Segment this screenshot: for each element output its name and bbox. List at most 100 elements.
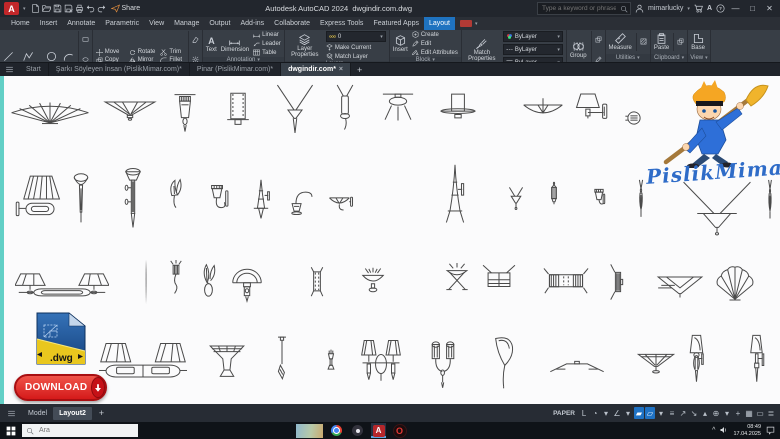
qat-new-button[interactable] (31, 5, 40, 12)
status-polar-caret[interactable]: ▾ (601, 407, 611, 419)
button-layer-properties[interactable]: Layer Properties (288, 34, 322, 58)
lamp-sconce2[interactable] (360, 336, 402, 392)
lamp-boxlamp[interactable] (223, 90, 253, 130)
lamp-shadelantern[interactable] (684, 333, 710, 391)
button-text[interactable]: AText (206, 35, 217, 53)
side-button-copy[interactable] (595, 31, 602, 49)
side-button-copy[interactable] (677, 33, 684, 51)
status-graphics-performance[interactable]: ▦ (744, 407, 754, 419)
lamp-twincup[interactable] (425, 337, 461, 391)
lamp-lowdome[interactable] (548, 353, 606, 379)
status-isodraft-caret[interactable]: ▾ (623, 407, 633, 419)
signed-in-user[interactable]: mimarlucky (648, 5, 683, 12)
status-workspace-switching[interactable]: ⊕ (711, 407, 721, 419)
status-ortho-mode[interactable]: L (579, 407, 589, 419)
lamp-hatchrect[interactable] (543, 262, 589, 302)
lamp-widev[interactable] (679, 181, 755, 239)
status-annotation-scale[interactable]: ▴ (700, 407, 710, 419)
qat-redo-button[interactable] (97, 5, 106, 12)
button-trim[interactable]: Trim (160, 49, 183, 56)
side-button-edit[interactable] (595, 51, 602, 63)
lamp-obelisk[interactable] (246, 177, 276, 223)
button-edit[interactable]: Edit (412, 40, 458, 47)
lamp-funnel[interactable] (206, 342, 248, 382)
lamp-bowl[interactable] (522, 96, 564, 124)
status-osnap-caret[interactable]: ▾ (656, 407, 666, 419)
share-button[interactable]: Share (111, 4, 141, 13)
ribbon-tab-featured-apps[interactable]: Featured Apps (368, 17, 424, 30)
lamp-antennabox[interactable] (478, 263, 520, 301)
layout-menu-icon[interactable] (4, 409, 19, 418)
ribbon-tab-express-tools[interactable]: Express Tools (315, 17, 368, 30)
user-caret-icon[interactable]: ▾ (687, 6, 690, 12)
taskbar-app-app-dark[interactable] (350, 423, 365, 438)
lamp-curvearm[interactable] (287, 186, 319, 220)
layer-dropdown[interactable]: 0▾ (326, 31, 386, 42)
close-button[interactable]: ✕ (763, 4, 776, 13)
lamp-leafcirc[interactable] (196, 263, 222, 305)
panel-label-utilities[interactable]: Utilities▾ (606, 54, 650, 62)
taskbar-app-opera[interactable]: O (392, 423, 407, 438)
lamp-rodpend[interactable] (272, 334, 292, 386)
side-button-ellipse[interactable] (82, 51, 89, 63)
drawing-canvas[interactable]: PislikMimar .dwg DOWNLOAD (0, 76, 780, 404)
lamp-fan[interactable] (10, 95, 90, 129)
lamp-vfan[interactable] (635, 349, 677, 379)
lamp-tubewire[interactable] (331, 83, 359, 133)
maximize-button[interactable]: □ (746, 4, 759, 13)
lamp-smallsconce[interactable] (586, 186, 612, 220)
button-rotate[interactable]: Rotate (129, 49, 156, 56)
status-polar-tracking[interactable]: ◔ (590, 407, 600, 419)
taskbar-search-input[interactable] (37, 426, 134, 435)
button-linear[interactable]: Linear (253, 31, 281, 38)
lamp-cupcurl[interactable] (202, 181, 234, 219)
lamp-torch[interactable] (68, 170, 94, 224)
status-clean-screen[interactable]: ▭ (755, 407, 765, 419)
file-tab--ark-s-yleyen-i-nsan-pislikmimar-com-[interactable]: Şarkı Söyleyen İnsan (PislikMimar.com)* (49, 63, 190, 76)
help-search-input[interactable] (540, 4, 618, 13)
lamp-domespot[interactable] (230, 266, 264, 306)
button-edit-attributes[interactable]: AEdit Attributes (412, 49, 458, 56)
side-button-explode[interactable] (192, 51, 199, 63)
qat-open-button[interactable] (42, 5, 51, 12)
ribbon-tab-home[interactable]: Home (6, 17, 35, 30)
layout-tab-model[interactable]: Model (22, 407, 53, 420)
lamp-eiffel[interactable] (437, 162, 473, 234)
ribbon-extra-caret-icon[interactable]: ▾ (475, 21, 478, 27)
status-annotation-autoscale[interactable]: ↘ (689, 407, 699, 419)
lamp-bowlsconce[interactable] (325, 187, 357, 219)
lamp-flushcyl[interactable] (438, 90, 478, 124)
lamp-rectbox[interactable] (305, 265, 329, 303)
tray-chevron-icon[interactable]: ^ (712, 427, 715, 434)
side-button-erase[interactable] (192, 31, 199, 49)
lamp-upray[interactable] (357, 267, 389, 305)
side-button-hatch[interactable] (640, 33, 647, 51)
button-dimension[interactable]: Dimension (221, 35, 249, 53)
lamp-cylpendant[interactable] (170, 91, 200, 137)
help-search-box[interactable] (537, 2, 631, 15)
taskbar-app-weather-widget[interactable] (296, 423, 323, 438)
file-tab-dwgindir-com-[interactable]: dwgindir.com*× (281, 63, 351, 76)
new-file-tab-button[interactable]: + (351, 65, 368, 75)
status-object-snap[interactable]: ▱ (645, 407, 655, 419)
app-menu-caret-icon[interactable]: ▾ (23, 6, 26, 12)
close-tab-icon[interactable]: × (339, 66, 343, 73)
button-arc[interactable]: Arc (63, 51, 74, 63)
status-customization[interactable]: ≣ (766, 407, 776, 419)
status-snap-tracking[interactable]: ▰ (634, 407, 644, 419)
lamp-shell[interactable] (712, 264, 758, 304)
download-button[interactable]: DOWNLOAD (14, 374, 107, 401)
help-icon[interactable]: ? (716, 4, 725, 13)
taskbar-app-autocad[interactable]: A (371, 423, 386, 438)
app-menu-button[interactable]: A (4, 2, 19, 15)
status-object-isolate[interactable]: + (733, 407, 743, 419)
button-leader[interactable]: Leader (253, 40, 281, 47)
button-create[interactable]: Create (412, 31, 458, 38)
button-group[interactable]: Group (570, 41, 587, 59)
lamp-pedestal[interactable] (322, 348, 340, 380)
lamp-spike[interactable] (140, 258, 152, 306)
ribbon-tab-add-ins[interactable]: Add-ins (235, 17, 269, 30)
button-line[interactable]: Line (3, 51, 14, 63)
layout-tab-layout2[interactable]: Layout2 (53, 407, 92, 420)
taskbar-search-box[interactable] (22, 424, 138, 437)
